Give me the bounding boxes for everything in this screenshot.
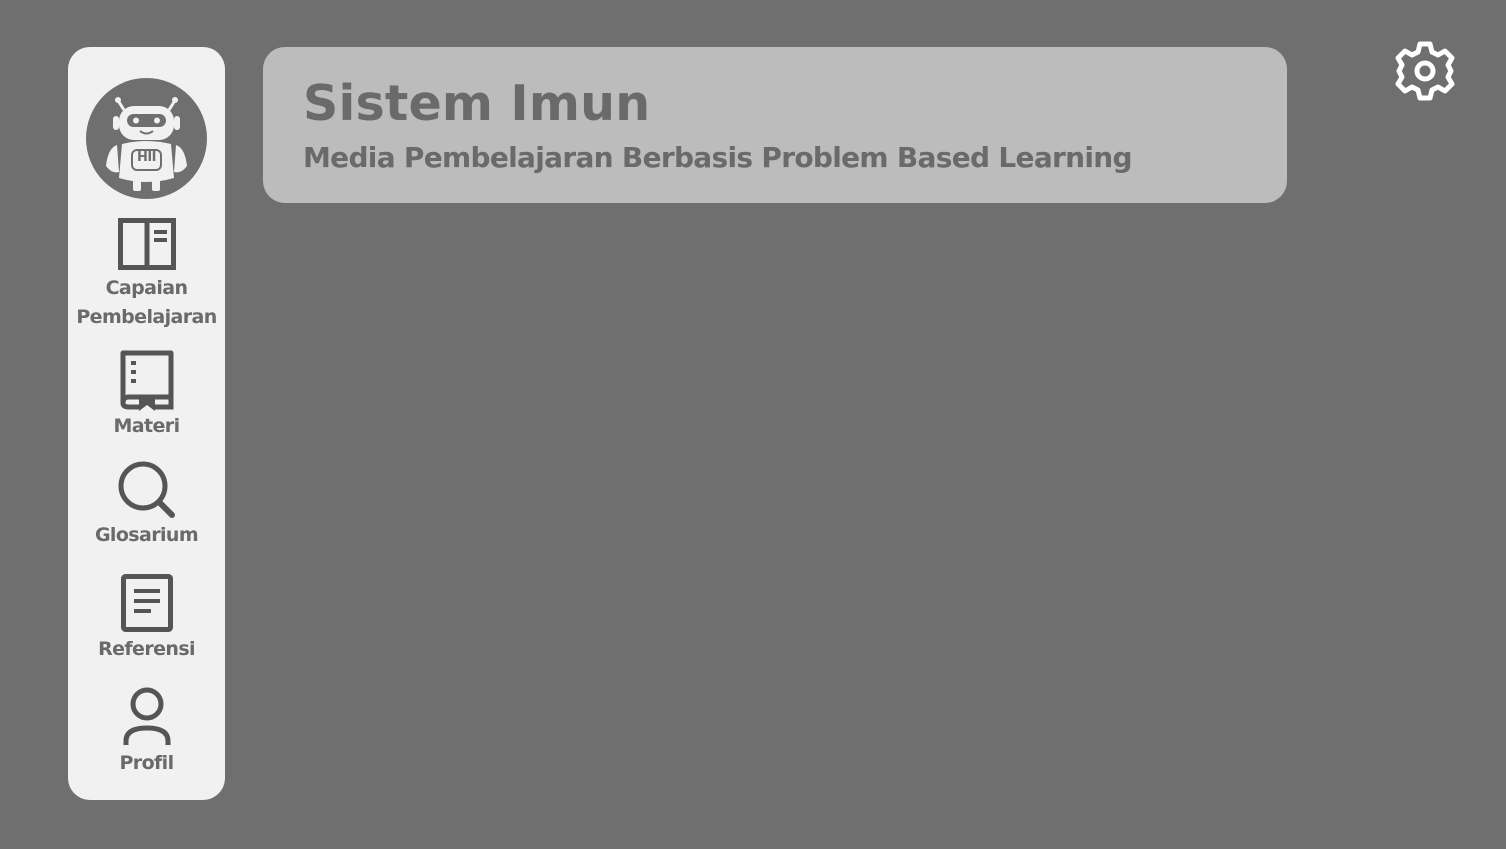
page-subtitle: Media Pembelajaran Berbasis Problem Base… (303, 141, 1133, 174)
avatar: HII (86, 78, 207, 199)
nav-item-referensi[interactable]: Referensi (68, 574, 225, 664)
settings-button[interactable] (1394, 40, 1456, 102)
app-screen: HII Capaian Pembelajaran Materi Glosariu… (0, 0, 1506, 849)
gear-icon (1395, 41, 1455, 101)
robot-icon (106, 97, 187, 191)
document-icon (120, 574, 173, 632)
book-open-icon (117, 218, 176, 270)
sidebar: HII Capaian Pembelajaran Materi Glosariu… (68, 47, 225, 800)
header-card: Sistem Imun Media Pembelajaran Berbasis … (263, 47, 1287, 203)
nav-item-materi[interactable]: Materi (68, 349, 225, 441)
nav-label-materi: Materi (113, 415, 181, 437)
avatar-badge: HII (136, 150, 157, 165)
nav-label-profil: Profil (119, 752, 174, 774)
search-icon (118, 461, 175, 518)
nav-item-glosarium[interactable]: Glosarium (68, 460, 225, 550)
book-icon (120, 350, 173, 411)
nav-label-referensi: Referensi (98, 638, 195, 660)
nav-label-glosarium: Glosarium (94, 524, 199, 546)
nav-label-capaian-pembelajaran: Capaian Pembelajaran (76, 277, 217, 328)
nav-item-profil[interactable]: Profil (68, 687, 225, 778)
nav-item-capaian-pembelajaran[interactable]: Capaian Pembelajaran (68, 218, 225, 332)
page-title: Sistem Imun (303, 75, 651, 132)
user-icon (123, 687, 170, 745)
